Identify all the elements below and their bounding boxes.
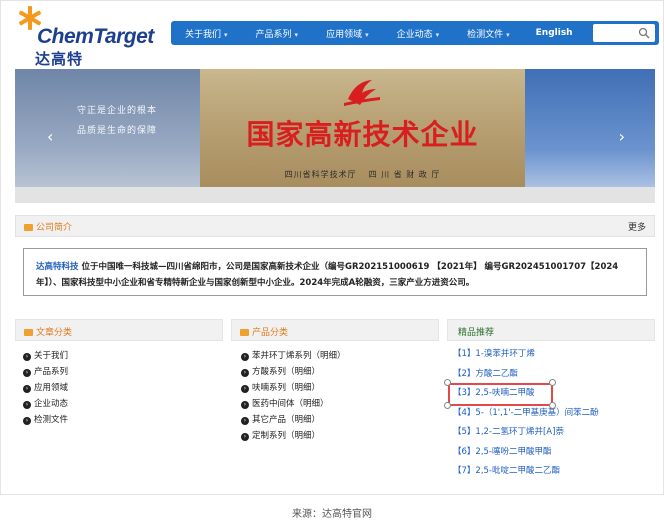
recommended-item[interactable]: 【6】2,5-噻吩二甲酸甲酯 bbox=[453, 443, 599, 463]
chevron-left-icon[interactable]: ‹ bbox=[47, 127, 53, 146]
nav-item-products[interactable]: 产品系列 ▾ bbox=[242, 27, 313, 40]
arrow-bullet-icon: › bbox=[241, 353, 249, 361]
list-item[interactable]: › 定制系列（明细） bbox=[241, 428, 346, 444]
arrow-bullet-icon: › bbox=[23, 417, 31, 425]
list-item[interactable]: › 产品系列 bbox=[23, 364, 68, 380]
folder-icon bbox=[24, 224, 33, 231]
list-item[interactable]: › 苯并环丁烯系列（明细） bbox=[241, 348, 346, 364]
banner-slogan-1: 守正是企业的根本 bbox=[77, 106, 158, 116]
recommended-header: 精品推荐 bbox=[447, 319, 655, 341]
folder-icon bbox=[240, 329, 249, 336]
plaque-footer: 四川省科学技术厅四 川 省 财 政 厅 bbox=[284, 170, 441, 179]
recommended-item[interactable]: 【2】方酸二乙酯 bbox=[453, 365, 599, 385]
nav-item-english[interactable]: English bbox=[524, 28, 585, 38]
arrow-bullet-icon: › bbox=[241, 433, 249, 441]
search-box bbox=[593, 24, 655, 42]
arrow-bullet-icon: › bbox=[241, 401, 249, 409]
hero-banner: 国家高新技术企业 四川省科学技术厅四 川 省 财 政 厅 守正是企业的根本 品质… bbox=[15, 69, 655, 203]
honor-plaque: 国家高新技术企业 四川省科学技术厅四 川 省 财 政 厅 bbox=[200, 69, 525, 187]
site-logo[interactable]: ChemTarget 达高特 bbox=[15, 5, 165, 68]
arrow-bullet-icon: › bbox=[23, 353, 31, 361]
highlight-box bbox=[448, 383, 553, 406]
arrow-bullet-icon: › bbox=[23, 385, 31, 393]
chevron-down-icon: ▾ bbox=[294, 30, 299, 39]
banner-slogan-2: 品质是生命的保障 bbox=[77, 126, 158, 136]
intro-title: 公司简介 bbox=[24, 220, 72, 233]
banner-footer-strip bbox=[15, 187, 655, 203]
chevron-down-icon: ▾ bbox=[435, 30, 440, 39]
arrow-bullet-icon: › bbox=[241, 417, 249, 425]
recommended-item[interactable]: 【4】5-（1',1'-二甲基庚基）间苯二酚 bbox=[453, 404, 599, 424]
list-item[interactable]: › 企业动态 bbox=[23, 396, 68, 412]
recommended-list: 【1】1-溴苯并环丁烯 【2】方酸二乙酯 【3】2,5-呋喃二甲酸 【4】5-（… bbox=[453, 345, 599, 482]
resize-handle[interactable] bbox=[444, 379, 451, 386]
arrow-bullet-icon: › bbox=[23, 369, 31, 377]
plaque-title: 国家高新技术企业 bbox=[246, 118, 479, 151]
intro-text: 达高特科技 位于中国唯一科技城—四川省绵阳市，公司是国家高新技术企业（编号GR2… bbox=[23, 248, 647, 296]
banner-right-panel bbox=[525, 69, 655, 203]
folder-icon bbox=[24, 329, 33, 336]
arrow-bullet-icon: › bbox=[241, 369, 249, 377]
search-input[interactable] bbox=[593, 24, 637, 42]
recommended-item[interactable]: 【1】1-溴苯并环丁烯 bbox=[453, 345, 599, 365]
nav-item-about[interactable]: 关于我们 ▾ bbox=[171, 27, 242, 40]
recommended-item[interactable]: 【5】1,2-二氢环丁烯并[A]萘 bbox=[453, 423, 599, 443]
nav-item-applications[interactable]: 应用领域 ▾ bbox=[312, 27, 383, 40]
list-item[interactable]: › 方酸系列（明细） bbox=[241, 364, 346, 380]
list-item[interactable]: › 应用领域 bbox=[23, 380, 68, 396]
high-tech-emblem-icon bbox=[344, 80, 380, 106]
banner-left-panel bbox=[15, 69, 200, 203]
chevron-down-icon: ▾ bbox=[506, 30, 510, 39]
resize-handle[interactable] bbox=[549, 379, 556, 386]
more-link[interactable]: 更多 bbox=[628, 220, 646, 233]
logo-text-en: ChemTarget bbox=[37, 25, 154, 48]
list-item[interactable]: › 其它产品（明细） bbox=[241, 412, 346, 428]
image-caption: 来源：达高特官网 bbox=[292, 509, 372, 520]
article-category-header: 文章分类 bbox=[15, 319, 223, 341]
chevron-down-icon: ▾ bbox=[365, 30, 369, 39]
product-category-header: 产品分类 bbox=[231, 319, 439, 341]
company-name-link[interactable]: 达高特科技 bbox=[36, 262, 79, 272]
search-icon[interactable] bbox=[638, 27, 650, 39]
resize-handle[interactable] bbox=[444, 402, 451, 409]
nav-item-reports[interactable]: 检测文件 ▾ bbox=[453, 27, 524, 40]
recommended-item[interactable]: 【7】2,5-吡啶二甲酸二乙酯 bbox=[453, 462, 599, 482]
logo-text-cn: 达高特 bbox=[35, 50, 84, 68]
product-category-list: › 苯并环丁烯系列（明细） › 方酸系列（明细） › 呋喃系列（明细） › 医药中间体（… bbox=[241, 348, 346, 444]
arrow-bullet-icon: › bbox=[23, 401, 31, 409]
main-nav: 关于我们 ▾ 产品系列 ▾ 应用领域 ▾ 企业动态 ▾ 检测文件 ▾ English bbox=[171, 21, 659, 45]
nav-item-news[interactable]: 企业动态 ▾ bbox=[383, 27, 454, 40]
list-item[interactable]: › 呋喃系列（明细） bbox=[241, 380, 346, 396]
list-item[interactable]: › 关于我们 bbox=[23, 348, 68, 364]
webpage-screenshot: ChemTarget 达高特 关于我们 ▾ 产品系列 ▾ 应用领域 ▾ 企业动态 ▾ 检… bbox=[0, 0, 664, 495]
resize-handle[interactable] bbox=[549, 402, 556, 409]
list-item[interactable]: › 医药中间体（明细） bbox=[241, 396, 346, 412]
list-item[interactable]: › 检测文件 bbox=[23, 412, 68, 428]
arrow-bullet-icon: › bbox=[241, 385, 249, 393]
chevron-down-icon: ▾ bbox=[224, 30, 228, 39]
intro-header: 公司简介 更多 bbox=[15, 215, 655, 237]
chevron-right-icon[interactable]: › bbox=[619, 127, 625, 146]
article-category-list: › 关于我们 › 产品系列 › 应用领域 › 企业动态 › 检测文件 bbox=[23, 348, 68, 428]
